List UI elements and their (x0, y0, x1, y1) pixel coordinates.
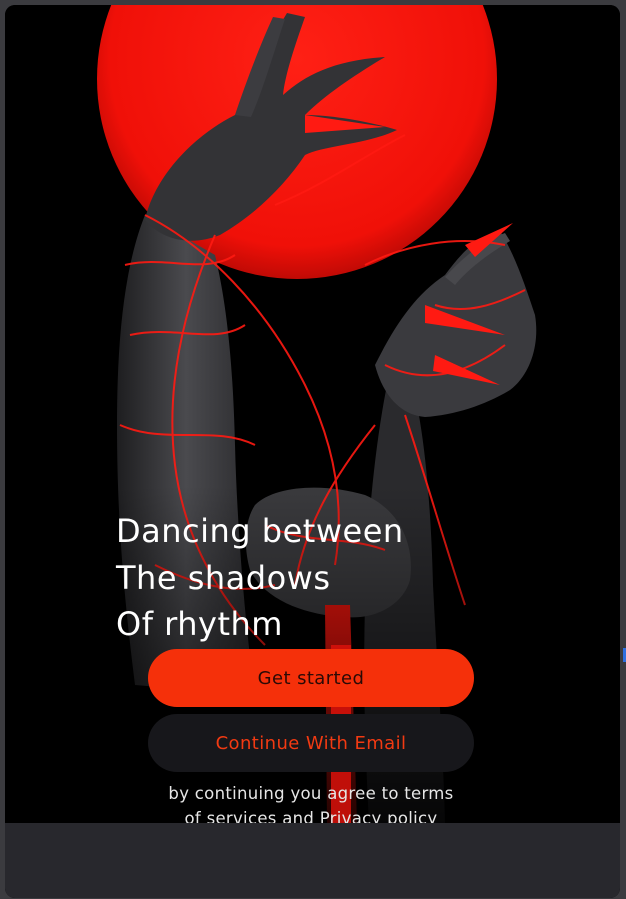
get-started-label: Get started (257, 667, 365, 689)
bottom-bar (5, 823, 620, 898)
continue-with-email-button[interactable]: Continue With Email (148, 714, 474, 772)
headline-line-1: Dancing between (116, 512, 404, 550)
headline-line-2: The shadows (116, 558, 331, 597)
terms-line-1: by continuing you agree to terms (168, 784, 454, 803)
get-started-button[interactable]: Get started (148, 649, 474, 707)
headline-line-3: Of rhythm (116, 605, 283, 643)
hero-headline: Dancing between The shadows Of rhythm (116, 508, 404, 648)
app-window: Dancing between The shadows Of rhythm Ge… (5, 5, 620, 898)
continue-with-email-label: Continue With Email (215, 732, 407, 754)
